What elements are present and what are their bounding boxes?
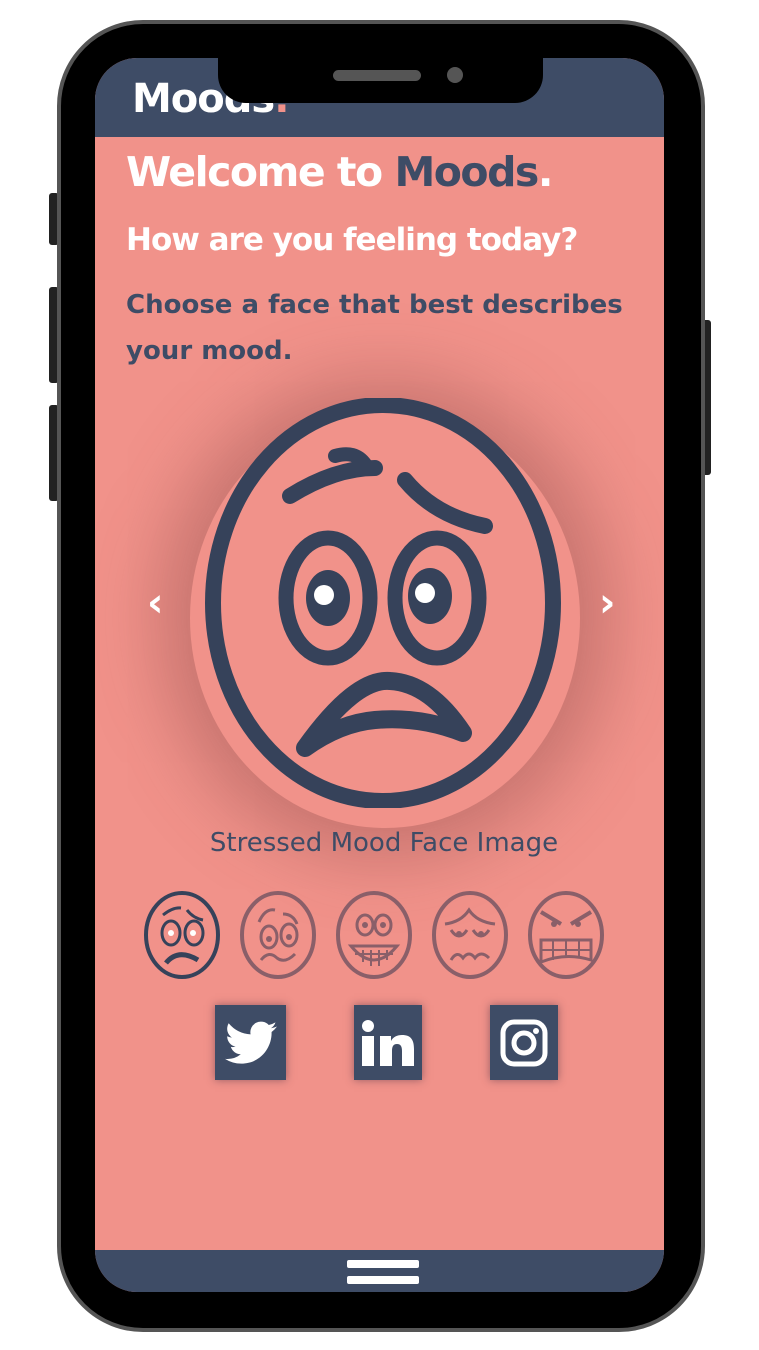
carousel-prev-button[interactable]: ‹ [147, 580, 163, 626]
instruction-text: Choose a face that best describes your m… [126, 290, 623, 366]
linkedin-icon [362, 1019, 414, 1066]
twitter-link[interactable] [215, 1005, 286, 1080]
menu-icon-line [347, 1276, 419, 1284]
instagram-link[interactable] [490, 1005, 558, 1080]
screen: Moods. Welcome to Moods. How are you fee… [95, 58, 664, 1292]
linkedin-link[interactable] [354, 1005, 422, 1080]
stressed-face-image [205, 398, 561, 808]
instagram-icon [500, 1019, 548, 1066]
question-heading: How are you feeling today? [126, 222, 578, 258]
grinning-face-icon[interactable] [335, 890, 413, 980]
twitter-icon [224, 1021, 277, 1064]
title-dot: . [537, 148, 554, 196]
page-title: Welcome to Moods. [126, 148, 554, 196]
speaker [333, 70, 421, 81]
title-brand: Moods [394, 148, 539, 196]
angry-face-icon[interactable] [527, 890, 605, 980]
stressed-face-icon[interactable] [143, 890, 221, 980]
phone-notch [218, 58, 543, 103]
title-prefix: Welcome to [126, 148, 395, 196]
menu-icon[interactable] [347, 1260, 419, 1268]
carousel-next-button[interactable]: › [599, 580, 615, 626]
anxious-face-icon[interactable] [431, 890, 509, 980]
carousel-caption: Stressed Mood Face Image [209, 828, 559, 858]
camera [447, 67, 463, 83]
footer-bar [95, 1250, 664, 1292]
confused-face-icon[interactable] [239, 890, 317, 980]
